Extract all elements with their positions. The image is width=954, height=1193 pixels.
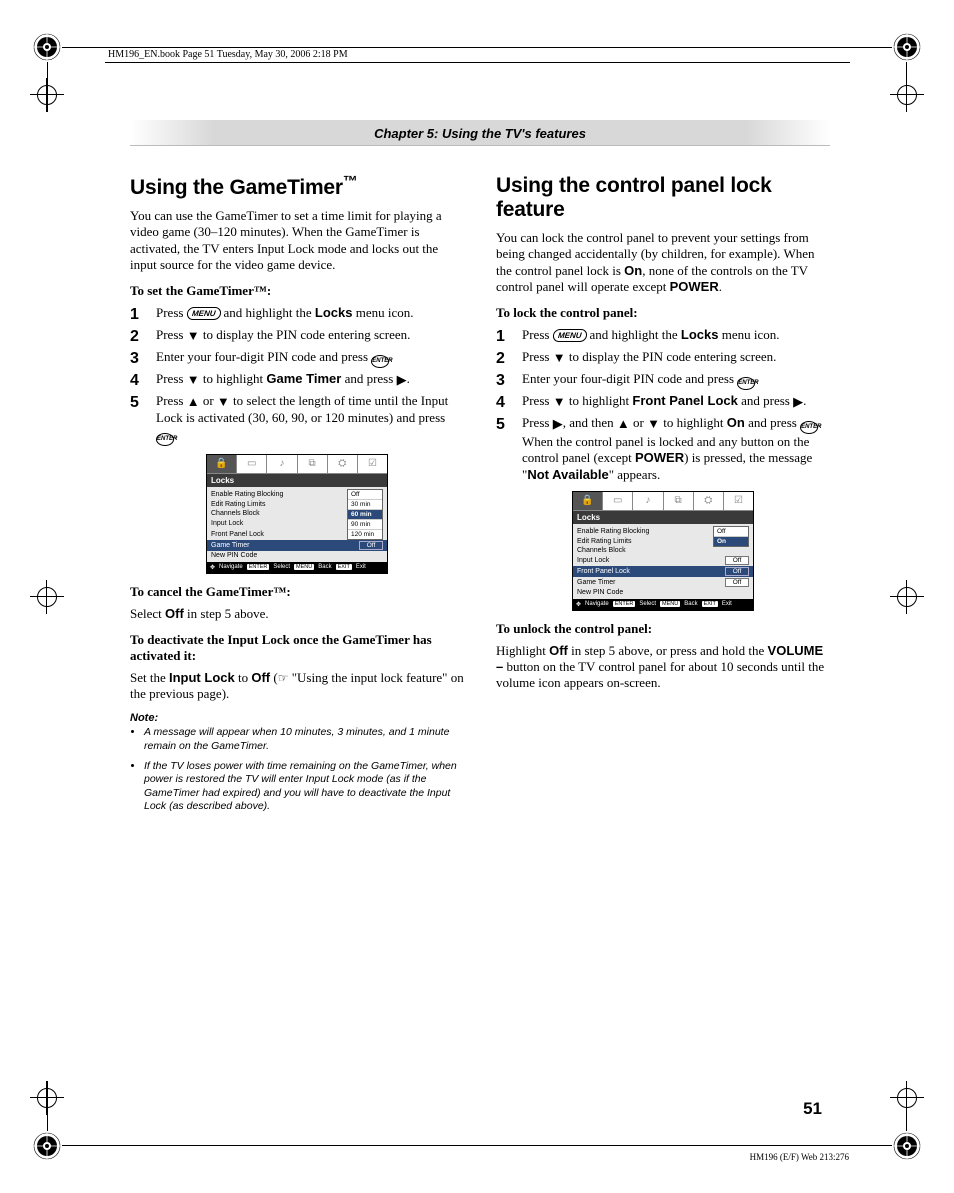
osd-row: New PIN Code [573, 588, 753, 597]
note-item: If the TV loses power with time remainin… [144, 760, 464, 815]
step-4: Press ▼ to highlight Front Panel Lock an… [496, 393, 830, 413]
menu-button-icon: MENU [186, 307, 221, 320]
crop-line [62, 1145, 892, 1146]
step-5: Press ▲ or ▼ to select the length of tim… [130, 393, 464, 446]
crop-line [47, 62, 48, 112]
subhead-lock-panel: To lock the control panel: [496, 305, 830, 321]
down-arrow-icon: ▼ [553, 394, 566, 410]
osd-screenshot-gametimer: 🔒 ▭ ♪ ⧉ ⛭ ☑ Locks Enable Rating Blocking… [206, 454, 388, 574]
note-heading: Note: [130, 712, 464, 724]
osd-footer: ✥Navigate ENTERSelect MENUBack EXITExit [573, 599, 753, 610]
osd-tab-locks-icon: 🔒 [573, 492, 603, 511]
up-arrow-icon: ▲ [617, 416, 630, 432]
crosshair-icon [30, 580, 64, 614]
subhead-unlock-panel: To unlock the control panel: [496, 621, 830, 637]
step-1: Press MENU and highlight the Locks menu … [496, 327, 830, 347]
osd-tab-icon: ▭ [237, 455, 267, 474]
osd-tab-icon: ♪ [633, 492, 663, 511]
enter-button-icon: ENTER [156, 433, 174, 446]
page-number: 51 [803, 1099, 822, 1119]
chapter-heading: Chapter 5: Using the TV's features [130, 120, 830, 146]
osd-popup: Off30 min60 min90 min120 min [347, 489, 383, 540]
step-3: Enter your four-digit PIN code and press… [130, 349, 464, 369]
header-rule [105, 62, 850, 63]
crosshair-icon [890, 78, 924, 112]
step-2: Press ▼ to display the PIN code entering… [130, 327, 464, 347]
enter-button-icon: ENTER [737, 377, 755, 390]
unlock-panel-body: Highlight Off in step 5 above, or press … [496, 643, 830, 692]
enter-button-icon: ENTER [800, 421, 818, 434]
menu-button-icon: MENU [552, 329, 587, 342]
cancel-gametimer-body: Select Off in step 5 above. [130, 606, 464, 622]
registration-mark-icon [893, 33, 921, 61]
down-arrow-icon: ▼ [217, 394, 230, 410]
crosshair-icon [890, 1081, 924, 1115]
osd-title: Locks [573, 511, 753, 524]
osd-row: Channels Block [573, 546, 753, 555]
header-filename: HM196_EN.book Page 51 Tuesday, May 30, 2… [108, 49, 348, 60]
osd-row: Input LockOff [573, 555, 753, 566]
registration-mark-icon [33, 1132, 61, 1160]
osd-tab-icon: ▭ [603, 492, 633, 511]
osd-tab-icon: ⧉ [664, 492, 694, 511]
step-1: Press MENU and highlight the Locks menu … [130, 305, 464, 325]
crosshair-icon [890, 580, 924, 614]
osd-footer: ✥Navigate ENTERSelect MENUBack EXITExit [207, 562, 387, 573]
section-title-gametimer: Using the GameTimer™ [130, 174, 464, 200]
osd-tab-icon: ⧉ [298, 455, 328, 474]
osd-popup: OffOn [713, 526, 749, 547]
osd-tab-icon: ☑ [724, 492, 753, 511]
crop-line [47, 1081, 48, 1131]
osd-row: Game TimerOff [573, 577, 753, 588]
steps-set-gametimer: Press MENU and highlight the Locks menu … [130, 305, 464, 446]
up-arrow-icon: ▲ [187, 394, 200, 410]
registration-mark-icon [893, 1132, 921, 1160]
osd-tab-icon: ♪ [267, 455, 297, 474]
crop-line [62, 47, 892, 48]
right-arrow-icon: ▶ [793, 394, 803, 410]
column-left: Using the GameTimer™ You can use the Gam… [130, 174, 464, 820]
crop-line [906, 1081, 907, 1131]
right-arrow-icon: ▶ [397, 372, 407, 388]
osd-tab-icon: ⛭ [328, 455, 358, 474]
steps-lock-panel: Press MENU and highlight the Locks menu … [496, 327, 830, 483]
osd-row: Game TimerOff [207, 540, 387, 551]
osd-tab-icon: ☑ [358, 455, 387, 474]
crossref-icon: ☞ [278, 671, 289, 685]
enter-button-icon: ENTER [371, 355, 389, 368]
down-arrow-icon: ▼ [647, 416, 660, 432]
crop-line [906, 62, 907, 112]
subhead-cancel-gametimer: To cancel the GameTimer™: [130, 584, 464, 600]
note-list: A message will appear when 10 minutes, 3… [130, 726, 464, 814]
control-lock-intro: You can lock the control panel to preven… [496, 230, 830, 295]
step-3: Enter your four-digit PIN code and press… [496, 371, 830, 391]
down-arrow-icon: ▼ [553, 350, 566, 366]
deactivate-inputlock-body: Set the Input Lock to Off (☞ "Using the … [130, 670, 464, 703]
registration-mark-icon [33, 33, 61, 61]
osd-title: Locks [207, 474, 387, 487]
section-title-control-lock: Using the control panel lock feature [496, 174, 830, 222]
osd-row: New PIN Code [207, 551, 387, 560]
down-arrow-icon: ▼ [187, 372, 200, 388]
step-4: Press ▼ to highlight Game Timer and pres… [130, 371, 464, 391]
nav-icon: ✥ [576, 601, 581, 608]
step-2: Press ▼ to display the PIN code entering… [496, 349, 830, 369]
footer-doc-id: HM196 (E/F) Web 213:276 [750, 1152, 849, 1162]
nav-icon: ✥ [210, 564, 215, 571]
subhead-set-gametimer: To set the GameTimer™: [130, 283, 464, 299]
right-arrow-icon: ▶ [553, 416, 563, 432]
step-5: Press ▶, and then ▲ or ▼ to highlight On… [496, 415, 830, 483]
subhead-deactivate-inputlock: To deactivate the Input Lock once the Ga… [130, 632, 464, 664]
column-right: Using the control panel lock feature You… [496, 174, 830, 820]
osd-tab-icon: ⛭ [694, 492, 724, 511]
osd-screenshot-panel-lock: 🔒 ▭ ♪ ⧉ ⛭ ☑ Locks Enable Rating Blocking… [572, 491, 754, 611]
note-item: A message will appear when 10 minutes, 3… [144, 726, 464, 753]
osd-tab-locks-icon: 🔒 [207, 455, 237, 474]
gametimer-intro: You can use the GameTimer to set a time … [130, 208, 464, 273]
osd-row: Front Panel LockOff [573, 566, 753, 577]
down-arrow-icon: ▼ [187, 328, 200, 344]
